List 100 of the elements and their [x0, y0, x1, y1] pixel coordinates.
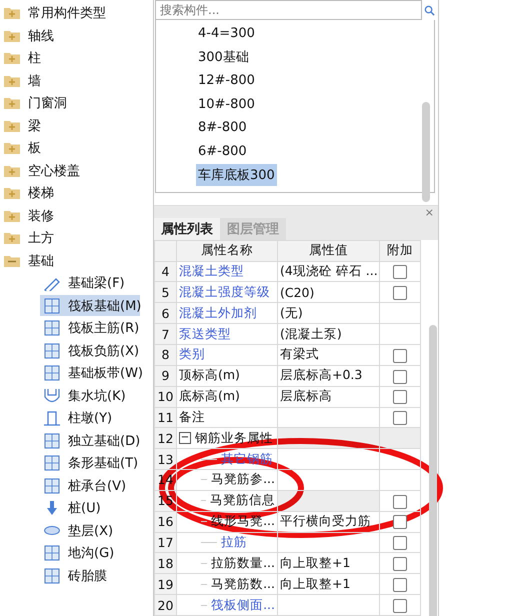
tree-item[interactable]: 楼梯 — [28, 184, 54, 202]
checkbox[interactable] — [393, 286, 407, 300]
folder-icon[interactable] — [4, 187, 20, 200]
property-name: 马凳筋信息 — [210, 492, 275, 510]
tree-item[interactable]: 集水坑(K) — [40, 385, 140, 406]
list-item[interactable]: 车库底板300 — [196, 164, 277, 186]
row-number: 17 — [154, 532, 176, 553]
property-value: (混凝土泵) — [280, 326, 342, 341]
checkbox[interactable] — [393, 515, 407, 530]
property-name: 马凳筋数... — [211, 576, 275, 593]
tree-item[interactable]: 筏板主筋(R) — [40, 318, 140, 339]
tree-item[interactable]: 独立基础(D) — [40, 430, 140, 452]
tree-item[interactable]: 筏板负筋(X) — [40, 340, 140, 362]
list-item[interactable]: 300基础 — [196, 46, 251, 68]
property-value: 层底标高 — [280, 388, 332, 404]
search-field[interactable]: 搜索构件... — [155, 0, 422, 20]
row-number: 13 — [154, 448, 176, 470]
property-name: 顶标高(m) — [179, 367, 240, 384]
row-number: 11 — [154, 407, 176, 428]
tree-item[interactable]: 地沟(G) — [40, 542, 140, 564]
pier-icon — [44, 410, 60, 426]
collapse-toggle[interactable]: − — [179, 432, 191, 444]
property-name: 备注 — [179, 408, 205, 426]
column-header: 属性名称 — [176, 240, 278, 262]
tree-item[interactable]: 筏板基础(M) — [40, 295, 140, 316]
tree-item[interactable]: 垫层(X) — [40, 520, 140, 542]
list-item[interactable]: 12#-800 — [196, 71, 257, 90]
folder-icon[interactable] — [4, 164, 20, 177]
checkbox[interactable] — [393, 494, 407, 509]
list-item[interactable]: 6#-800 — [196, 142, 249, 161]
folder-icon[interactable] — [4, 30, 20, 42]
tree-item[interactable]: 常用构件类型 — [28, 4, 106, 22]
tree-item[interactable]: 基础梁(F) — [40, 272, 140, 294]
checkbox[interactable] — [393, 536, 407, 550]
checkbox[interactable] — [393, 598, 407, 613]
tree-item[interactable]: 基础板带(W) — [40, 362, 140, 384]
tree-item[interactable]: 条形基础(T) — [40, 452, 140, 474]
folder-icon[interactable] — [4, 232, 20, 244]
tree-item[interactable]: 门窗洞 — [28, 94, 67, 112]
row-number: 5 — [154, 282, 176, 303]
pile-icon — [44, 500, 60, 516]
tree-item[interactable]: 梁 — [28, 116, 41, 135]
folder-icon[interactable] — [4, 210, 20, 222]
row-number: 20 — [154, 594, 176, 616]
property-value: 向上取整+1 — [280, 576, 350, 591]
tab[interactable]: 属性列表 — [154, 218, 220, 240]
scrollbar-thumb[interactable] — [422, 102, 430, 202]
scrollbar-thumb[interactable] — [429, 325, 437, 616]
row-number: 16 — [154, 511, 176, 532]
checkbox[interactable] — [393, 348, 407, 363]
checkbox[interactable] — [393, 265, 407, 280]
row-number: 18 — [154, 552, 176, 574]
tree-item[interactable]: 桩承台(V) — [40, 475, 140, 496]
search-icon[interactable] — [424, 4, 435, 16]
tree-item[interactable]: 轴线 — [28, 26, 54, 45]
row-number: 7 — [154, 324, 176, 344]
folder-icon[interactable] — [4, 7, 20, 20]
close-button[interactable]: × — [424, 206, 434, 218]
tree-item[interactable]: 砖胎膜 — [40, 565, 140, 586]
folder-icon[interactable] — [4, 120, 20, 132]
property-value: 向上取整+1 — [280, 554, 350, 570]
list-item[interactable]: 8#-800 — [196, 118, 249, 138]
folder-icon[interactable] — [4, 74, 20, 87]
row-number: 6 — [154, 302, 176, 324]
list-item[interactable]: 4-4=300 — [196, 24, 257, 44]
property-value: (C20) — [280, 284, 314, 300]
tree-item[interactable]: 基础 — [28, 252, 54, 270]
disc-icon — [44, 526, 60, 536]
property-value: (4现浇砼 碎石 ... — [280, 263, 378, 278]
folder-icon[interactable] — [4, 254, 20, 267]
column-header: 属性值 — [278, 240, 380, 262]
checkbox[interactable] — [393, 390, 407, 404]
tree-item[interactable]: 墙 — [28, 72, 41, 90]
folder-icon[interactable] — [4, 142, 20, 154]
tree-item[interactable]: 装修 — [28, 206, 54, 225]
pit-icon — [44, 388, 60, 404]
folder-icon[interactable] — [4, 97, 20, 110]
property-value: 平行横向受力筋 — [280, 513, 371, 528]
tree-item[interactable]: 板 — [28, 139, 41, 158]
checkbox[interactable] — [393, 411, 407, 426]
property-value: 有梁式 — [280, 346, 319, 362]
checkbox[interactable] — [393, 578, 407, 592]
tree-item[interactable]: 柱 — [28, 49, 41, 68]
row-number: 19 — [154, 574, 176, 595]
column-header — [154, 240, 176, 262]
row-number: 12 — [154, 428, 176, 449]
tree-item[interactable]: 柱墩(Y) — [40, 408, 140, 429]
window-icon — [44, 568, 60, 584]
property-name: 拉筋数量... — [211, 554, 275, 572]
folder-icon[interactable] — [4, 52, 20, 64]
checkbox[interactable] — [393, 557, 407, 572]
list-item[interactable]: 10#-800 — [196, 94, 257, 114]
property-name: 马凳筋参... — [211, 471, 275, 488]
tree-item[interactable]: 空心楼盖 — [28, 162, 80, 180]
row-number: 9 — [154, 365, 176, 386]
tree-item[interactable]: 土方 — [28, 229, 54, 248]
column-header: 附加 — [380, 240, 420, 262]
tree-item[interactable]: 桩(U) — [40, 498, 140, 519]
property-value: 层底标高+0.3 — [280, 367, 362, 382]
checkbox[interactable] — [393, 370, 407, 384]
